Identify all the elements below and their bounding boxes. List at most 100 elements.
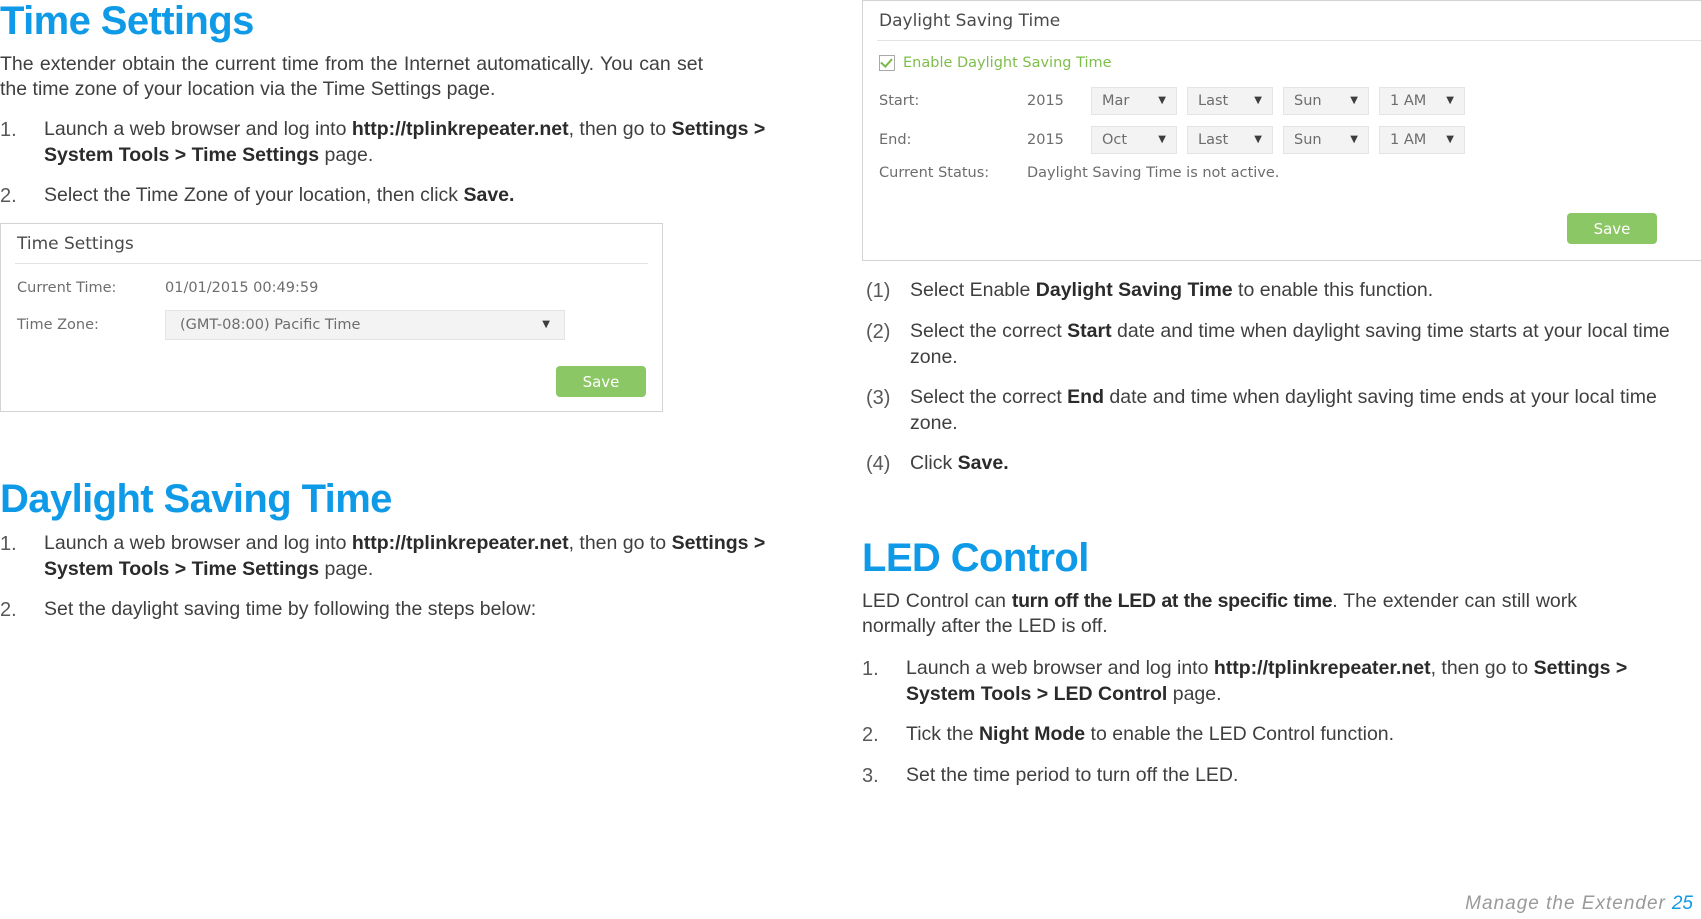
dst-panel-body: Enable Daylight Saving Time Start: 2015 …: [863, 41, 1701, 193]
step-text: Select the correct Start date and time w…: [910, 318, 1701, 370]
ui-panel-title-dst: Daylight Saving Time: [879, 11, 1061, 31]
step-number: 2.: [0, 185, 17, 207]
step-number: (1): [866, 280, 891, 302]
document-page: Time Settings The extender obtain the cu…: [0, 0, 1701, 919]
list-item: 1. Launch a web browser and log into http…: [862, 655, 1701, 707]
end-month-select[interactable]: Oct ▼: [1091, 126, 1177, 154]
page-title-time-settings: Time Settings: [0, 0, 254, 43]
bold-phrase: http://tplinkrepeater.net: [351, 118, 569, 140]
right-column: Daylight Saving Time Enable Daylight Sav…: [862, 0, 1701, 803]
end-label: End:: [879, 132, 912, 148]
time-zone-row: Time Zone: (GMT-08:00) Pacific Time ▼: [17, 310, 646, 340]
end-week-select[interactable]: Last ▼: [1187, 126, 1273, 154]
page-title-daylight-saving: Daylight Saving Time: [0, 477, 392, 521]
chevron-down-icon: ▼: [1350, 134, 1358, 145]
status-value: Daylight Saving Time is not active.: [1027, 165, 1280, 181]
dst-start-row: Start: 2015 Mar ▼ Last ▼ Sun ▼ 1 AM ▼: [879, 87, 1701, 115]
text-run: Set the time period to turn off the LED.: [906, 764, 1239, 786]
step-text: Set the daylight saving time by followin…: [44, 596, 770, 622]
end-time-value: 1 AM: [1390, 132, 1427, 148]
step-text: Select the Time Zone of your location, t…: [44, 182, 770, 208]
text-run: LED Control can: [862, 590, 1012, 612]
time-zone-selected-value: (GMT-08:00) Pacific Time: [180, 317, 361, 333]
save-button[interactable]: Save: [1567, 213, 1657, 244]
step-number: (2): [866, 321, 891, 343]
step-text: Select Enable Daylight Saving Time to en…: [910, 277, 1701, 303]
start-month-value: Mar: [1102, 93, 1130, 109]
status-label: Current Status:: [879, 165, 990, 181]
step-number: 1.: [862, 658, 879, 680]
text-run: , then go to: [568, 532, 672, 554]
current-time-row: Current Time: 01/01/2015 00:49:59: [17, 280, 646, 296]
step-number: (3): [866, 387, 891, 409]
text-run: Select the Time Zone of your location, t…: [44, 184, 464, 206]
list-item: 1. Launch a web browser and log into http…: [0, 116, 770, 168]
chevron-down-icon: ▼: [1254, 134, 1262, 145]
list-item: (2) Select the correct Start date and tim…: [866, 318, 1701, 370]
save-button[interactable]: Save: [556, 366, 646, 397]
start-month-select[interactable]: Mar ▼: [1091, 87, 1177, 115]
text-run: Select the correct: [910, 320, 1068, 342]
checkbox-checked-icon[interactable]: [879, 55, 895, 71]
end-week-value: Last: [1198, 132, 1229, 148]
ui-panel-body: Current Time: 01/01/2015 00:49:59 Time Z…: [1, 264, 662, 362]
bold-phrase: Night Mode: [978, 723, 1086, 745]
text-run: Launch a web browser and log into: [44, 118, 352, 140]
end-year-value: 2015: [1027, 132, 1064, 148]
bold-phrase: Save.: [463, 184, 515, 206]
start-week-select[interactable]: Last ▼: [1187, 87, 1273, 115]
current-time-value: 01/01/2015 00:49:59: [165, 280, 319, 296]
text-run: Select the correct: [910, 386, 1068, 408]
time-zone-label: Time Zone:: [17, 317, 99, 333]
ui-panel-title: Time Settings: [17, 234, 134, 254]
text-run: Click: [910, 452, 958, 474]
step-text: Tick the Night Mode to enable the LED Co…: [906, 721, 1701, 747]
step-text: Click Save.: [910, 450, 1701, 476]
time-settings-steps: 1. Launch a web browser and log into http…: [0, 116, 770, 209]
end-time-select[interactable]: 1 AM ▼: [1379, 126, 1465, 154]
text-run: Select Enable: [910, 279, 1036, 301]
bold-phrase: End: [1067, 386, 1104, 408]
step-number: (4): [866, 453, 891, 475]
list-item: (3) Select the correct End date and time …: [866, 384, 1701, 436]
chevron-down-icon: ▼: [1446, 134, 1454, 145]
daylight-saving-ui-panel: Daylight Saving Time Enable Daylight Sav…: [862, 0, 1701, 261]
step-text: Set the time period to turn off the LED.: [906, 762, 1701, 788]
text-run: , then go to: [568, 118, 672, 140]
start-day-select[interactable]: Sun ▼: [1283, 87, 1369, 115]
text-run: page.: [1167, 683, 1222, 705]
text-run: to enable this function.: [1232, 279, 1434, 301]
emphasized-phrase: turn off the LED at the specific time: [1011, 590, 1333, 612]
list-item: (1) Select Enable Daylight Saving Time to…: [866, 277, 1701, 304]
save-row: Save: [1, 362, 662, 411]
start-week-value: Last: [1198, 93, 1229, 109]
step-number: 2.: [862, 724, 879, 746]
end-month-value: Oct: [1102, 132, 1128, 148]
chevron-down-icon: ▼: [542, 319, 550, 330]
step-number: 3.: [862, 765, 879, 787]
chevron-down-icon: ▼: [1446, 95, 1454, 106]
dst-end-row: End: 2015 Oct ▼ Last ▼ Sun ▼ 1 AM ▼: [879, 126, 1701, 154]
text-run: page.: [319, 558, 374, 580]
text-run: Launch a web browser and log into: [906, 657, 1214, 679]
daylight-saving-steps: 1. Launch a web browser and log into http…: [0, 530, 770, 623]
list-item: (4) Click Save.: [866, 450, 1701, 477]
text-run: to enable the LED Control function.: [1085, 723, 1395, 745]
start-day-value: Sun: [1294, 93, 1322, 109]
text-run: Tick the: [906, 723, 979, 745]
led-control-steps: 1. Launch a web browser and log into http…: [862, 655, 1701, 789]
list-item: 2. Set the daylight saving time by follow…: [0, 596, 770, 623]
time-settings-ui-panel: Time Settings Current Time: 01/01/2015 0…: [0, 223, 663, 412]
time-zone-select[interactable]: (GMT-08:00) Pacific Time ▼: [165, 310, 565, 340]
text-run: page.: [319, 144, 374, 166]
list-item: 3. Set the time period to turn off the LE…: [862, 762, 1701, 789]
page-number: 25: [1671, 893, 1693, 914]
end-day-select[interactable]: Sun ▼: [1283, 126, 1369, 154]
enable-dst-row[interactable]: Enable Daylight Saving Time: [879, 55, 1701, 71]
bold-phrase: http://tplinkrepeater.net: [351, 532, 569, 554]
chevron-down-icon: ▼: [1350, 95, 1358, 106]
start-time-select[interactable]: 1 AM ▼: [1379, 87, 1465, 115]
list-item: 2. Select the Time Zone of your location,…: [0, 182, 770, 209]
step-number: 1.: [0, 533, 17, 555]
chevron-down-icon: ▼: [1158, 134, 1166, 145]
